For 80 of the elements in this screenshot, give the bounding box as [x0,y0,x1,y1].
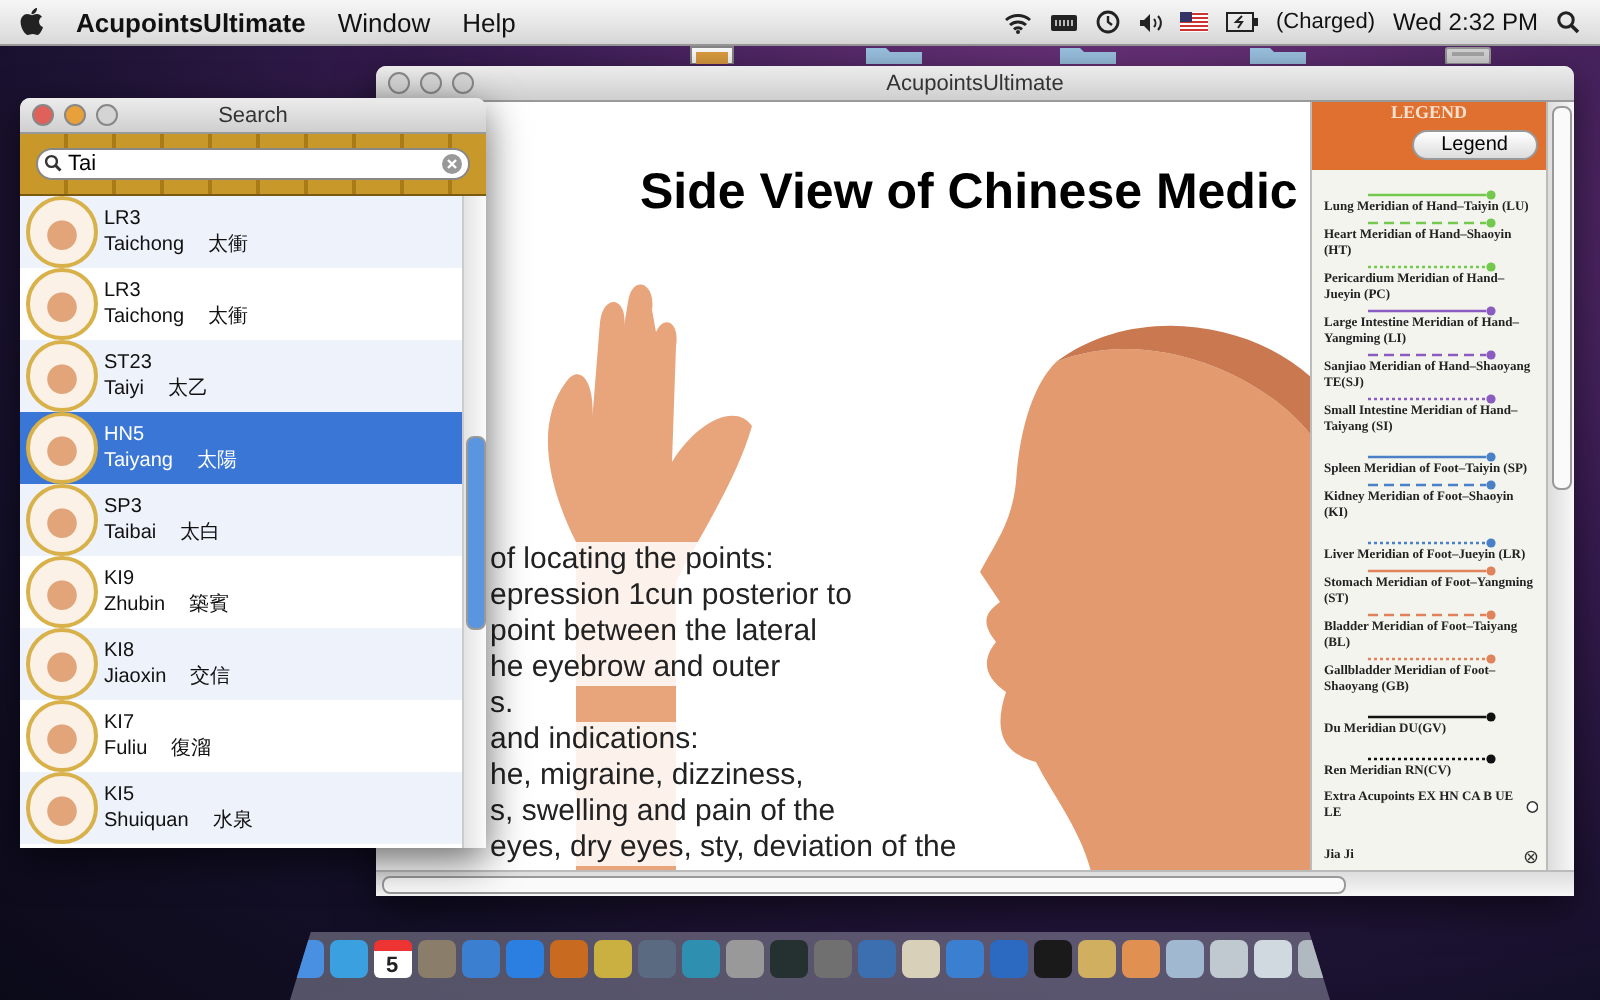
search-icon [44,154,62,172]
acupoint-thumbnail [26,772,98,844]
acupoint-name: Taichong [104,304,185,330]
chinese-name: 太衝 [208,304,249,330]
chinese-name: 交信 [190,664,231,690]
result-row[interactable]: KI8 Jiaoxin 交信 [20,628,462,700]
search-icon[interactable] [1556,10,1580,34]
battery-status[interactable]: (Charged) [1275,10,1376,34]
scroll-thumb[interactable] [1551,106,1571,490]
acupoint-name: Taichong [104,232,185,258]
minimize-button[interactable] [420,72,442,94]
chinese-name: 太陽 [196,448,237,474]
acupoint-name: Taiyang [104,448,173,474]
acupoint-name: Zhubin [104,592,166,618]
circled-cross-icon [1524,849,1538,863]
acupoint-code: SP3 [104,494,144,520]
chinese-name: 復溜 [171,736,212,762]
document-title: Side View of Chinese Medic [640,164,1298,222]
chinese-name: 太乙 [168,376,209,402]
acupoint-thumbnail [26,196,98,268]
vertical-scrollbar[interactable] [462,196,486,848]
legend-heading: LEGEND [1390,102,1467,124]
legend-button[interactable]: Legend [1411,130,1538,160]
flag-icon[interactable] [1179,12,1208,32]
acupoint-code: HN5 [104,422,147,448]
battery-icon[interactable] [1225,12,1258,32]
chinese-name: 太白 [180,520,221,546]
result-row[interactable]: LR3 Taichong 太衝 [20,196,462,268]
scroll-thumb[interactable] [465,436,485,630]
result-row[interactable]: SP3 Taibai 太白 [20,484,462,556]
acupoint-thumbnail [26,340,98,412]
horizontal-scrollbar[interactable] [376,870,1574,896]
acupoint-code: LR3 [104,278,143,304]
drive-icon[interactable] [1444,46,1492,64]
acupoint-code: KI9 [104,566,137,592]
calendar-icon[interactable]: 5 [373,939,411,977]
window-title: Search [218,103,288,127]
chinese-name: 水泉 [212,808,253,834]
apple-logo-icon[interactable] [20,8,44,36]
window-title: AcupointsUltimate [886,71,1064,95]
acupoint-name: Shuiquan [104,808,189,834]
acupoint-name: Fuliu [104,736,148,762]
acupoint-thumbnail [26,268,98,340]
acupoint-code: KI5 [104,782,137,808]
acupoint-code: KI7 [104,710,137,736]
volume-icon[interactable] [1137,11,1162,33]
result-row[interactable]: HN5 Taiyang 太陽 [20,412,462,484]
acupoint-thumbnail [26,628,98,700]
acupoint-code: KI8 [104,638,137,664]
acupoint-thumbnail [26,484,98,556]
scroll-thumb[interactable] [382,875,1346,893]
clock-icon[interactable] [1095,10,1120,34]
acupoint-code: LR3 [104,206,143,232]
zoom-button[interactable] [96,104,118,126]
close-button[interactable] [32,104,54,126]
result-row[interactable]: KI5 Shuiquan 水泉 [20,772,462,844]
clear-icon[interactable] [442,154,462,174]
picture-file-icon[interactable] [690,46,734,64]
menu-item[interactable]: Help [462,7,516,37]
acupoint-thumbnail [26,556,98,628]
acupoint-thumbnail [26,412,98,484]
chinese-name: 太衝 [208,232,249,258]
minimize-button[interactable] [64,104,86,126]
wifi-icon[interactable] [1003,11,1032,33]
acupoint-name: Jiaoxin [104,664,167,690]
close-button[interactable] [388,72,410,94]
search-field[interactable]: Tai [36,148,470,180]
app-menu[interactable]: AcupointsUltimate [76,7,306,37]
acupoint-name: Taiyi [104,376,145,402]
zoom-button[interactable] [452,72,474,94]
hollow-circle-icon [1525,799,1538,813]
acupoint-name: Taibai [104,520,157,546]
vertical-scrollbar[interactable] [1546,102,1574,870]
battery-icon[interactable] [1049,13,1078,31]
menu-clock[interactable]: Wed 2:32 PM [1393,8,1538,36]
result-row[interactable]: ST23 Taiyi 太乙 [20,340,462,412]
acupoint-thumbnail [26,700,98,772]
acupoint-code: ST23 [104,350,154,376]
menu-item[interactable]: Window [337,7,431,37]
chinese-name: 築賓 [189,592,230,618]
